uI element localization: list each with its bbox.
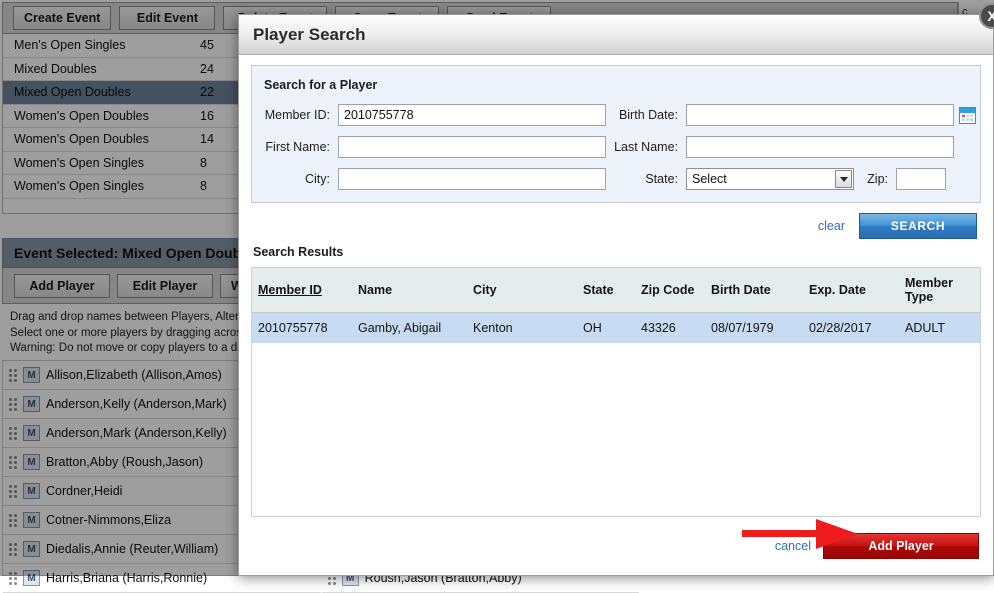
member-id-label: Member ID: [264, 108, 330, 122]
state-label: State: [645, 172, 678, 186]
table-row[interactable]: 2010755778 Gamby, Abigail Kenton OH 4332… [252, 312, 980, 343]
dialog-footer: cancel Add Player [239, 517, 993, 575]
search-results-table: Member ID Name City State Zip Code Birth… [252, 268, 980, 343]
column-header-birth-date[interactable]: Birth Date [705, 268, 803, 313]
cell-member-type: ADULT [899, 312, 980, 343]
search-form-panel: Search for a Player Member ID: Birth Dat… [251, 65, 981, 203]
cell-member-id: 2010755778 [252, 312, 352, 343]
cell-birth-date: 08/07/1979 [705, 312, 803, 343]
search-actions: clear SEARCH [251, 203, 981, 245]
cell-zip: 43326 [635, 312, 705, 343]
birth-date-label: Birth Date: [618, 108, 678, 122]
clear-link[interactable]: clear [818, 219, 845, 233]
player-search-dialog: X Player Search Search for a Player Memb… [238, 3, 994, 576]
zip-input[interactable] [896, 168, 946, 190]
state-select[interactable]: Select [686, 168, 854, 190]
form-row-location: City: State: Select Zip: [252, 168, 980, 190]
zip-label: Zip: [867, 172, 888, 186]
city-input[interactable] [338, 168, 606, 190]
birth-date-input[interactable] [686, 104, 954, 126]
city-label: City: [305, 172, 330, 186]
add-player-button[interactable]: Add Player [823, 533, 979, 559]
first-name-input[interactable] [338, 136, 606, 158]
cell-city: Kenton [467, 312, 577, 343]
cell-exp-date: 02/28/2017 [803, 312, 899, 343]
table-header-row: Member ID Name City State Zip Code Birth… [252, 268, 980, 313]
dialog-body: Search for a Player Member ID: Birth Dat… [239, 55, 993, 517]
column-header-exp-date[interactable]: Exp. Date [803, 268, 899, 313]
search-results-title: Search Results [253, 245, 344, 259]
search-form-title: Search for a Player [264, 78, 378, 92]
dialog-title: Player Search [239, 15, 993, 55]
column-header-city[interactable]: City [467, 268, 577, 313]
search-results-table-container: Member ID Name City State Zip Code Birth… [251, 267, 981, 517]
first-name-label: First Name: [265, 140, 330, 154]
state-select-value: Select [692, 172, 727, 186]
search-button[interactable]: SEARCH [859, 213, 977, 239]
column-header-member-type[interactable]: Member Type [899, 268, 980, 313]
calendar-icon[interactable] [959, 106, 976, 124]
cell-state: OH [577, 312, 635, 343]
last-name-label: Last Name: [614, 140, 678, 154]
chevron-down-icon[interactable] [835, 170, 852, 188]
form-row-names: First Name: Last Name: [252, 136, 980, 158]
column-header-member-id[interactable]: Member ID [252, 268, 352, 313]
column-header-state[interactable]: State [577, 268, 635, 313]
last-name-input[interactable] [686, 136, 954, 158]
cell-name: Gamby, Abigail [352, 312, 467, 343]
form-row-member-birth: Member ID: Birth Date: [252, 104, 980, 126]
cancel-link[interactable]: cancel [775, 539, 811, 553]
member-id-input[interactable] [338, 104, 606, 126]
column-header-name[interactable]: Name [352, 268, 467, 313]
column-header-zip[interactable]: Zip Code [635, 268, 705, 313]
